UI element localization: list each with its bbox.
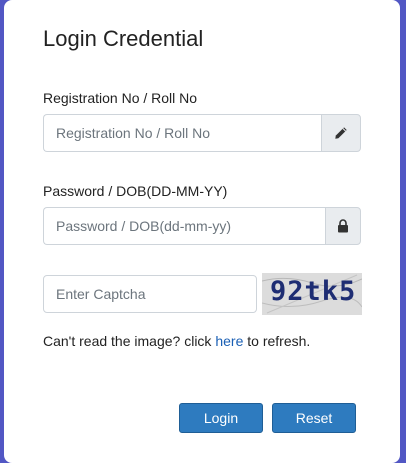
registration-input-group <box>43 114 361 152</box>
captcha-text: 92tk5 <box>270 276 357 307</box>
captcha-image[interactable]: 92tk5 <box>262 273 362 315</box>
registration-input[interactable] <box>43 114 321 152</box>
reset-button[interactable]: Reset <box>272 403 356 433</box>
password-input[interactable] <box>43 207 325 245</box>
password-label: Password / DOB(DD-MM-YY) <box>43 183 228 199</box>
captcha-input[interactable] <box>43 275 257 313</box>
password-input-group <box>43 207 361 245</box>
registration-label: Registration No / Roll No <box>43 90 198 106</box>
hint-prefix: Can't read the image? click <box>43 333 216 349</box>
lock-icon <box>325 207 361 245</box>
login-button[interactable]: Login <box>179 403 263 433</box>
refresh-captcha-link[interactable]: here <box>215 333 243 349</box>
pencil-icon <box>321 114 361 152</box>
login-card: Login Credential Registration No / Roll … <box>4 0 400 463</box>
page-title: Login Credential <box>43 26 204 51</box>
refresh-hint: Can't read the image? click here to refr… <box>43 333 310 349</box>
hint-suffix: to refresh. <box>243 333 311 349</box>
